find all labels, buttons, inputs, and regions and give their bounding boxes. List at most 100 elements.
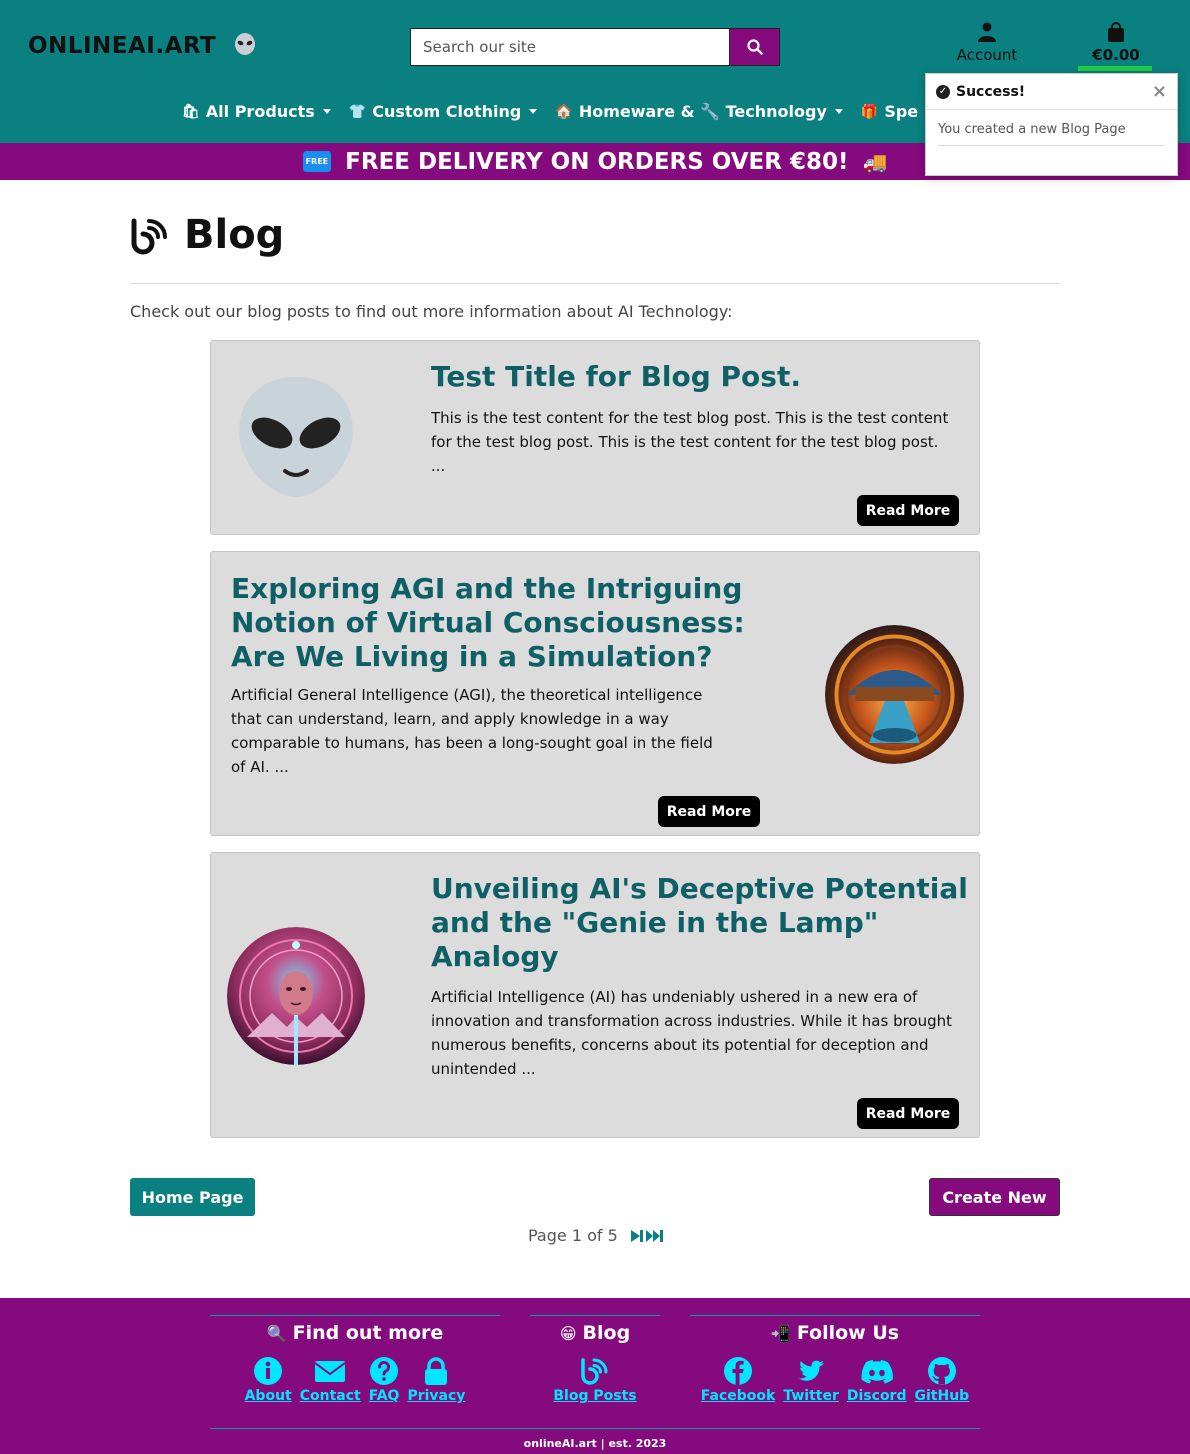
- nav-custom-clothing[interactable]: 👕 Custom Clothing: [349, 102, 538, 121]
- cart-total: €0.00: [1092, 46, 1140, 64]
- footer-link-github[interactable]: GitHub: [914, 1356, 970, 1404]
- page-title-text: Blog: [184, 212, 285, 258]
- blog-card: Exploring AGI and the Intriguing Notion …: [210, 551, 980, 836]
- last-page-icon[interactable]: [645, 1229, 664, 1243]
- footer-link-label: Twitter: [783, 1388, 839, 1404]
- facebook-icon: [724, 1357, 753, 1385]
- footer-follow-us: 📲 Follow Us Facebook Twitter Discord Git…: [690, 1315, 980, 1404]
- footer-divider: [210, 1428, 980, 1429]
- blog-card-title[interactable]: Unveiling AI's Deceptive Potential and t…: [431, 872, 971, 974]
- blog-card-excerpt: Artificial General Intelligence (AGI), t…: [231, 686, 713, 776]
- intro-text: Check out our blog posts to find out mor…: [130, 302, 733, 321]
- blog-card: Unveiling AI's Deceptive Potential and t…: [210, 852, 980, 1138]
- chevron-down-icon: [529, 109, 538, 114]
- alien-face-icon: [239, 377, 353, 497]
- main-nav: 🛍 All Products 👕 Custom Clothing 🏠 Homew…: [182, 102, 918, 121]
- page-indicator: Page 1 of 5: [528, 1226, 618, 1245]
- search-button[interactable]: [730, 28, 780, 66]
- footer-link-blog-posts[interactable]: Blog Posts: [553, 1356, 637, 1404]
- footer-heading-text: Follow Us: [796, 1322, 900, 1344]
- nav-label: Homeware & 🔧 Technology: [578, 102, 827, 121]
- nav-label: All Products: [205, 102, 315, 121]
- footer-link-label: Facebook: [700, 1388, 776, 1404]
- tshirt-icon: 👕: [348, 103, 367, 120]
- footer-heading-text: Blog: [582, 1322, 631, 1344]
- footer-link-about[interactable]: About: [245, 1356, 292, 1404]
- next-page-icon[interactable]: [630, 1229, 644, 1243]
- footer-heading-text: Find out more: [292, 1322, 444, 1344]
- site-footer: 🔍 Find out more About Contact FAQ Privac…: [0, 1298, 1190, 1454]
- blog-card-excerpt: Artificial Intelligence (AI) has undenia…: [431, 988, 953, 1078]
- page-title: Blog: [130, 212, 284, 258]
- footer-find-out-more: 🔍 Find out more About Contact FAQ Privac…: [210, 1315, 500, 1404]
- footer-link-contact[interactable]: Contact: [300, 1356, 361, 1404]
- shopping-bags-icon: 🛍: [182, 103, 200, 120]
- simulation-mandala-image: [825, 625, 964, 764]
- genie-face-image: [227, 927, 365, 1065]
- gift-icon: 🎁: [860, 103, 879, 120]
- chevron-down-icon: [834, 109, 843, 114]
- alien-icon: [234, 33, 255, 55]
- toast-divider: [938, 145, 1165, 146]
- footer-link-facebook[interactable]: Facebook: [700, 1356, 776, 1404]
- nav-label: Custom Clothing: [372, 102, 522, 121]
- footer-heading: 😁 Blog: [530, 1322, 660, 1344]
- footer-link-twitter[interactable]: Twitter: [783, 1356, 839, 1404]
- info-circle-icon: [254, 1357, 283, 1385]
- nav-specials[interactable]: 🎁 Spe: [861, 102, 918, 121]
- search-input[interactable]: [410, 28, 730, 66]
- cart-indicator: [1078, 66, 1152, 71]
- footer-link-label: Contact: [299, 1388, 361, 1404]
- footer-link-privacy[interactable]: Privacy: [407, 1356, 465, 1404]
- grin-emoji-icon: 😁: [559, 1324, 577, 1343]
- read-more-button[interactable]: Read More: [658, 796, 760, 827]
- toast-header: ✓ Success! ×: [926, 74, 1177, 110]
- footer-link-label: About: [244, 1388, 292, 1404]
- footer-link-label: GitHub: [914, 1388, 970, 1404]
- free-badge-icon: FREE: [302, 151, 332, 172]
- read-more-button[interactable]: Read More: [857, 1098, 959, 1129]
- copyright-text: onlineAI.art | est. 2023: [523, 1437, 667, 1450]
- blog-card-excerpt: This is the test content for the test bl…: [431, 409, 949, 475]
- promo-text: FREE DELIVERY ON ORDERS OVER €80!: [345, 148, 849, 175]
- search-bar: [410, 28, 780, 66]
- create-new-button[interactable]: Create New: [929, 1178, 1060, 1216]
- footer-link-label: FAQ: [368, 1388, 400, 1404]
- nav-label: Spe: [884, 102, 919, 121]
- success-toast: ✓ Success! × You created a new Blog Page: [925, 73, 1178, 176]
- user-icon: [978, 22, 996, 42]
- magnifier-icon: 🔍: [266, 1324, 287, 1343]
- account-link[interactable]: Account: [945, 22, 1029, 64]
- footer-link-discord[interactable]: Discord: [847, 1356, 907, 1404]
- discord-icon: [861, 1360, 893, 1384]
- nav-all-products[interactable]: 🛍 All Products: [182, 102, 331, 121]
- site-logo[interactable]: ONLINEAI.ART: [28, 32, 257, 59]
- mobile-phone-icon: 📲: [770, 1324, 791, 1343]
- blog-card-title[interactable]: Exploring AGI and the Intriguing Notion …: [231, 572, 771, 674]
- toast-title: Success!: [956, 83, 1026, 100]
- home-page-button[interactable]: Home Page: [130, 1178, 255, 1216]
- lock-icon: [425, 1357, 448, 1385]
- cart-link[interactable]: €0.00: [1078, 22, 1154, 64]
- search-icon: [746, 39, 763, 55]
- delivery-truck-icon: 🚚: [862, 149, 888, 174]
- blog-card-title[interactable]: Test Title for Blog Post.: [431, 360, 961, 394]
- footer-link-label: Blog Posts: [553, 1388, 637, 1404]
- logo-text: ONLINEAI.ART: [28, 33, 217, 59]
- read-more-button[interactable]: Read More: [857, 495, 959, 526]
- close-icon[interactable]: ×: [1152, 81, 1167, 102]
- nav-homeware-technology[interactable]: 🏠 Homeware & 🔧 Technology: [555, 102, 843, 121]
- footer-heading: 🔍 Find out more: [210, 1322, 500, 1344]
- pagination: Page 1 of 5: [528, 1226, 664, 1245]
- github-icon: [927, 1357, 956, 1385]
- toast-message: You created a new Blog Page: [938, 122, 1126, 137]
- footer-blog: 😁 Blog Blog Posts: [530, 1315, 660, 1404]
- footer-link-faq[interactable]: FAQ: [368, 1356, 400, 1404]
- footer-heading: 📲 Follow Us: [690, 1322, 980, 1344]
- title-divider: [130, 283, 1060, 284]
- blog-card: Test Title for Blog Post. This is the te…: [210, 340, 980, 535]
- question-circle-icon: [370, 1357, 399, 1385]
- twitter-icon: [799, 1360, 825, 1381]
- blog-icon: [131, 218, 167, 255]
- envelope-icon: [314, 1361, 346, 1382]
